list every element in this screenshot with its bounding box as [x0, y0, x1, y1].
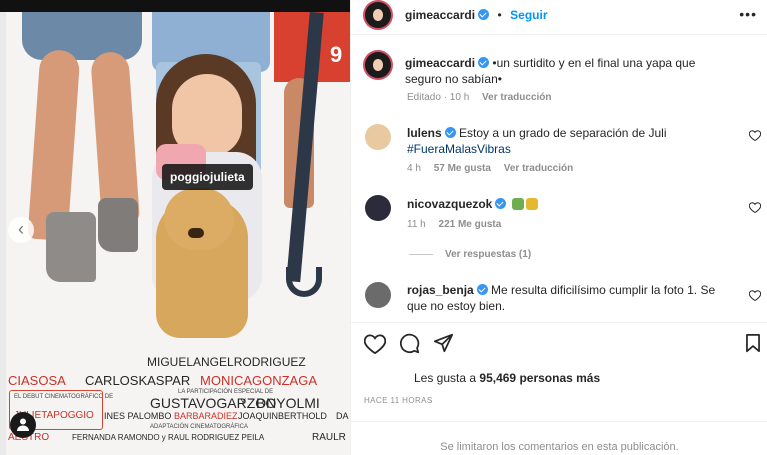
- user-tag-label[interactable]: poggiojulieta: [162, 164, 253, 190]
- avatar[interactable]: [365, 282, 391, 308]
- verified-icon: [478, 9, 490, 20]
- divider: [351, 322, 767, 323]
- post-info-panel: gimeaccardi • Seguir ••• gimeaccardi •un…: [350, 0, 767, 455]
- avatar[interactable]: [363, 0, 393, 30]
- caption-time: Editado · 10 h: [407, 92, 470, 103]
- more-options-icon[interactable]: •••: [739, 6, 757, 22]
- comment: lulens Estoy a un grado de separación de…: [407, 125, 737, 157]
- divider: [351, 34, 767, 35]
- comment-username[interactable]: nicovazquezok: [407, 197, 492, 211]
- post-header: gimeaccardi • Seguir: [405, 6, 548, 24]
- hashtag-link[interactable]: #FueraMalasVibras: [407, 142, 511, 156]
- likes-summary[interactable]: Les gusta a 95,469 personas más: [414, 371, 600, 385]
- poster-credit: JOAQUINBERTHOLD: [238, 411, 327, 421]
- poster-credit: DA: [336, 411, 349, 421]
- comment: nicovazquezok: [407, 196, 538, 212]
- share-icon[interactable]: [433, 333, 454, 353]
- comment-icon[interactable]: [399, 333, 420, 354]
- bookmark-icon[interactable]: [745, 334, 761, 353]
- emoji-icon: [525, 198, 538, 210]
- verified-icon: [476, 284, 488, 295]
- translate-link[interactable]: Ver traducción: [482, 92, 551, 103]
- post-image[interactable]: 9 poggiojulieta ‹ MIGUELANGELRODRIGUEZ C…: [0, 0, 350, 455]
- likes-count[interactable]: 95,469: [479, 371, 516, 385]
- emoji-icon: [511, 198, 524, 210]
- follow-button[interactable]: Seguir: [510, 8, 547, 22]
- comment-meta: 4 h 57 Me gusta Ver traducción: [407, 163, 573, 174]
- replies-line: [409, 254, 433, 255]
- image-top-bar: [0, 0, 350, 12]
- verified-icon: [495, 198, 507, 209]
- heart-icon[interactable]: [749, 130, 761, 141]
- comments-limited-notice: Se limitaron los comentarios en esta pub…: [440, 441, 679, 453]
- comment-username[interactable]: lulens: [407, 126, 442, 140]
- divider: [351, 421, 767, 422]
- avatar[interactable]: [365, 195, 391, 221]
- comment-likes[interactable]: 57 Me gusta: [434, 163, 491, 174]
- poster-credit: CARLOSKASPAR: [85, 373, 191, 388]
- likes-prefix: Les gusta a: [414, 371, 477, 385]
- caption: gimeaccardi •un surtidito y en el final …: [405, 55, 735, 87]
- poster-credit: FERNANDA RAMONDO y RAUL RODRIGUEZ PEILA: [72, 433, 265, 442]
- comment-likes[interactable]: 221 Me gusta: [439, 219, 502, 230]
- poster-skirt-number: 9: [330, 42, 343, 67]
- verified-icon: [444, 127, 456, 138]
- poster-credit: INES PALOMBO: [104, 411, 172, 421]
- poster-boot: [98, 198, 138, 252]
- comment-text: Estoy a un grado de separación de Juli: [459, 126, 667, 140]
- poster-credit: ADAPTACIÓN CINEMATOGRÁFICA: [150, 424, 249, 430]
- poster-dog-nose: [188, 228, 204, 238]
- user-tag-icon[interactable]: [10, 412, 36, 438]
- poster-credit: MONICAGONZAGA: [200, 373, 318, 388]
- caption-username[interactable]: gimeaccardi: [405, 56, 475, 70]
- poster-dog-head: [164, 188, 234, 250]
- comment-time: 4 h: [407, 163, 421, 174]
- heart-icon[interactable]: [364, 334, 386, 354]
- poster-credit: RAULR: [312, 432, 346, 443]
- poster-credit: CIASOSA: [8, 373, 66, 388]
- likes-suffix[interactable]: personas más: [519, 371, 600, 385]
- poster-credit: BOYOLMI: [256, 395, 320, 411]
- avatar[interactable]: [363, 50, 393, 80]
- verified-icon: [478, 57, 490, 68]
- poster-denim-shorts: [22, 12, 142, 60]
- caption-meta: Editado · 10 h Ver traducción: [407, 92, 552, 103]
- chevron-left-icon[interactable]: ‹: [8, 217, 34, 243]
- avatar[interactable]: [365, 124, 391, 150]
- poster-boot: [46, 212, 96, 282]
- view-replies-button[interactable]: Ver respuestas (1): [445, 249, 531, 260]
- poster-hockey-stick-hook: [286, 267, 322, 297]
- comment-meta: 11 h 221 Me gusta: [407, 219, 501, 230]
- comment-time: 11 h: [407, 219, 426, 230]
- comment: rojas_benja Me resulta dificilísimo cump…: [407, 282, 737, 314]
- heart-icon[interactable]: [749, 202, 761, 213]
- poster-credit: MIGUELANGELRODRIGUEZ: [147, 355, 306, 369]
- poster-credit: Y: [240, 397, 247, 407]
- poster-credit: BARBARADIEZ: [174, 411, 238, 421]
- header-separator: •: [497, 8, 502, 22]
- heart-icon[interactable]: [749, 290, 761, 301]
- header-username[interactable]: gimeaccardi: [405, 8, 475, 22]
- post-timestamp[interactable]: HACE 11 HORAS: [364, 396, 433, 405]
- comment-username[interactable]: rojas_benja: [407, 283, 474, 297]
- translate-link[interactable]: Ver traducción: [504, 163, 573, 174]
